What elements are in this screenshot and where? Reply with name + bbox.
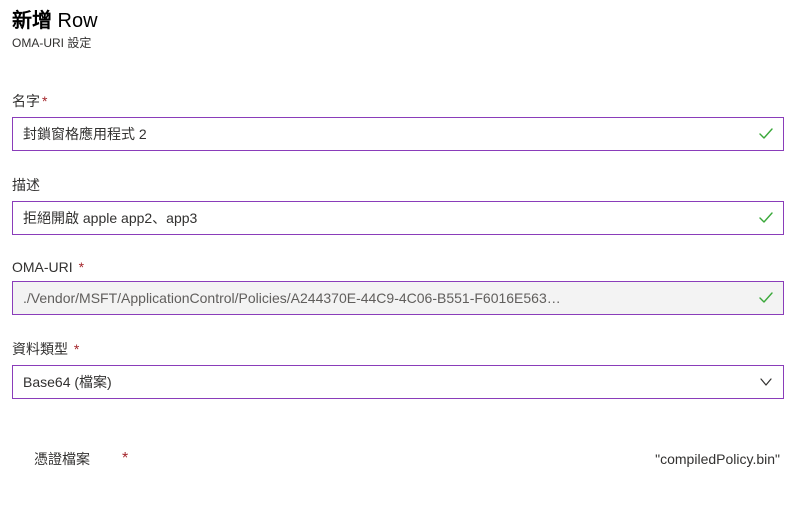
check-icon	[757, 289, 775, 307]
name-input-wrap	[12, 117, 784, 151]
datatype-select[interactable]: Base64 (檔案)	[12, 365, 784, 399]
chevron-down-icon	[759, 375, 773, 389]
required-star: *	[122, 450, 128, 468]
field-description-label: 描述	[12, 175, 784, 195]
field-description-group: 描述	[12, 175, 784, 235]
check-icon	[757, 209, 775, 227]
title-rest: Row	[52, 10, 98, 32]
datatype-value: Base64 (檔案)	[13, 366, 783, 398]
field-datatype-group: 資料類型 * Base64 (檔案)	[12, 339, 784, 399]
page-title: 新增 Row	[12, 8, 784, 34]
certificate-file-label: 憑證檔案	[34, 449, 90, 469]
field-name-label: 名字*	[12, 91, 784, 111]
omauri-input[interactable]	[13, 284, 783, 312]
field-omauri-label: OMA-URI *	[12, 259, 784, 275]
description-input[interactable]	[13, 204, 783, 232]
field-omauri-group: OMA-URI *	[12, 259, 784, 315]
page-subtitle: OMA-URI 設定	[12, 34, 784, 51]
certificate-file-label-group: 憑證檔案 *	[34, 449, 128, 469]
header: 新增 Row OMA-URI 設定	[12, 8, 784, 51]
required-star: *	[74, 341, 79, 357]
title-prefix: 新增	[12, 10, 52, 32]
check-icon	[757, 125, 775, 143]
certificate-file-row: 憑證檔案 * "compiledPolicy.bin"	[12, 449, 784, 469]
required-star: *	[79, 259, 84, 275]
certificate-file-name: "compiledPolicy.bin"	[655, 451, 780, 467]
description-input-wrap	[12, 201, 784, 235]
omauri-input-wrap	[12, 281, 784, 315]
name-input[interactable]	[13, 120, 783, 148]
field-datatype-label: 資料類型 *	[12, 339, 784, 359]
field-name-group: 名字*	[12, 91, 784, 151]
required-star: *	[42, 93, 47, 109]
